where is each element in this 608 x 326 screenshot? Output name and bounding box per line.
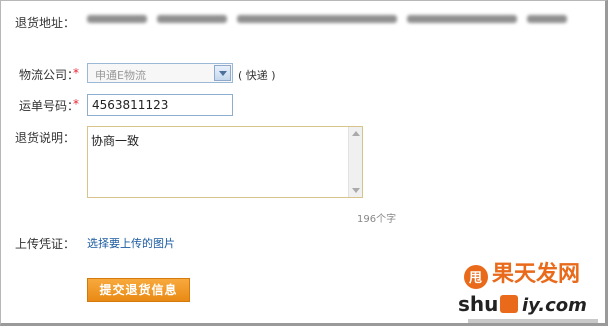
required-star: *: [73, 97, 79, 111]
required-star: *: [73, 66, 79, 80]
svg-text:shu: shu: [458, 292, 498, 316]
scroll-up-arrow-icon[interactable]: [352, 131, 360, 136]
logistics-select[interactable]: 申通E物流: [87, 63, 233, 83]
note-label: 退货说明：: [15, 131, 76, 145]
tracking-label: 运单号码：: [19, 99, 80, 113]
address-label: 退货地址：: [15, 16, 76, 30]
tracking-number-input[interactable]: 4563811123: [87, 94, 233, 116]
chevron-down-icon[interactable]: [214, 65, 231, 81]
return-note-text: 协商一致: [91, 134, 140, 148]
watermark-graphic: 甩 果天发网 shu iy.com: [458, 261, 598, 323]
return-form-panel: 退货地址： 物流公司： * 申通E物流 ( 快递 ) 运单号码： * 45638…: [0, 0, 608, 326]
return-note-textarea[interactable]: 协商一致: [87, 126, 363, 198]
char-count: 196个字: [357, 214, 397, 225]
svg-text:甩: 甩: [468, 271, 482, 286]
svg-text:果天发网: 果天发网: [492, 261, 580, 287]
upload-image-link[interactable]: 选择要上传的图片: [87, 235, 175, 251]
upload-label: 上传凭证：: [15, 237, 76, 251]
svg-text:iy.com: iy.com: [522, 295, 587, 316]
logistics-type-hint: ( 快递 ): [238, 69, 276, 82]
logistics-label: 物流公司：: [19, 68, 80, 82]
address-value-blurred: [87, 12, 587, 26]
textarea-scrollbar[interactable]: [348, 127, 362, 197]
submit-return-button[interactable]: 提交退货信息: [87, 278, 190, 302]
logistics-selected-value: 申通E物流: [95, 69, 146, 82]
scroll-down-arrow-icon[interactable]: [352, 188, 360, 193]
site-watermark-logo: 甩 果天发网 shu iy.com: [458, 249, 608, 325]
